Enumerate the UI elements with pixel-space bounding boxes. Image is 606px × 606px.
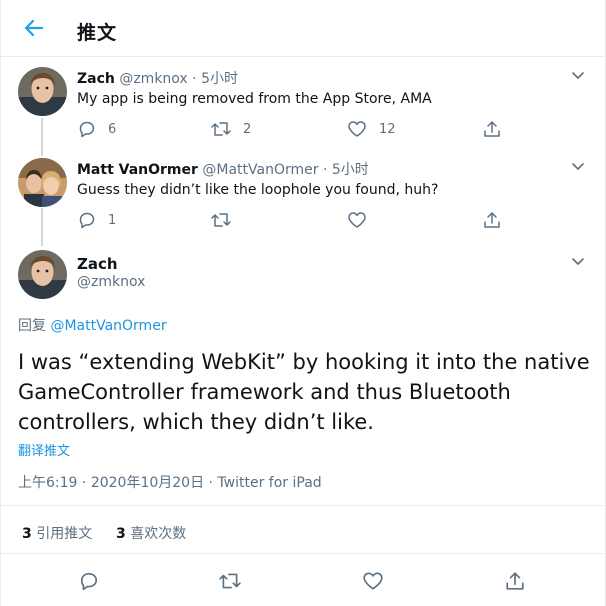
author-name-text: Zach xyxy=(77,255,118,273)
separator-dot: · xyxy=(192,71,197,87)
like-icon xyxy=(363,572,383,590)
divider xyxy=(0,553,606,554)
retweet-button[interactable]: 2 xyxy=(211,119,251,139)
avatar[interactable] xyxy=(18,67,67,116)
author-handle[interactable]: @zmknox xyxy=(77,274,145,290)
header: 推文 xyxy=(0,0,606,57)
like-icon xyxy=(348,212,366,228)
back-arrow-icon[interactable] xyxy=(22,16,46,40)
like-stat-label: 喜欢次数 xyxy=(130,526,187,542)
retweet-count: 2 xyxy=(243,121,252,137)
thread-line xyxy=(41,208,43,246)
share-button[interactable] xyxy=(483,119,501,139)
main-tweet-line-2: GameController framework and thus Blueto… xyxy=(18,380,511,404)
tweet-header: Matt VanOrmer @MattVanOrmer · 5小时 xyxy=(77,159,369,179)
thread-line xyxy=(41,118,43,156)
retweet-button[interactable] xyxy=(219,571,241,591)
share-button[interactable] xyxy=(505,571,525,591)
separator-dot: · xyxy=(322,162,328,178)
like-count: 12 xyxy=(379,121,396,137)
share-icon xyxy=(484,121,500,137)
share-icon xyxy=(506,572,524,590)
avatar[interactable] xyxy=(18,250,67,299)
reply-count: 6 xyxy=(108,121,117,137)
timestamp[interactable]: 5小时 xyxy=(332,162,369,178)
reply-count: 1 xyxy=(108,212,117,228)
reply-button[interactable]: 1 xyxy=(78,210,116,230)
author-handle[interactable]: @MattVanOrmer xyxy=(202,162,318,178)
main-tweet-line-3: controllers, which they didn’t like. xyxy=(18,410,374,434)
tweet-text: My app is being removed from the App Sto… xyxy=(77,91,432,107)
like-button[interactable] xyxy=(362,571,384,591)
translate-link[interactable]: 翻译推文 xyxy=(18,440,70,459)
author-name[interactable]: Zach xyxy=(77,71,115,87)
author-name[interactable]: Zach xyxy=(77,255,118,273)
retweet-icon xyxy=(211,122,231,136)
timestamp[interactable]: 5小时 xyxy=(201,71,238,87)
separator-dot: · xyxy=(208,475,213,491)
retweet-icon xyxy=(219,573,241,589)
page-title: 推文 xyxy=(77,22,118,44)
tweet-meta: 上午6:19 · 2020年10月20日 · Twitter for iPad xyxy=(18,472,322,492)
share-button[interactable] xyxy=(483,210,501,230)
like-button[interactable] xyxy=(347,210,367,230)
like-stat-count: 3 xyxy=(116,526,126,542)
quote-stats[interactable]: 3 引用推文 xyxy=(22,523,92,543)
retweet-icon xyxy=(211,213,231,227)
quote-label: 引用推文 xyxy=(36,526,93,542)
retweet-button[interactable] xyxy=(211,210,231,230)
reply-prefix: 回复 xyxy=(18,318,46,334)
tweet-date[interactable]: 2020年10月20日 xyxy=(91,475,204,491)
reply-button[interactable]: 6 xyxy=(78,119,116,139)
tweet-header: Zach @zmknox · 5小时 xyxy=(77,68,238,88)
tweet-text: Guess they didn’t like the loophole you … xyxy=(77,182,439,198)
like-icon xyxy=(348,121,366,137)
author-handle[interactable]: @zmknox xyxy=(119,71,187,87)
tweet-source[interactable]: Twitter for iPad xyxy=(217,475,321,491)
reply-mention-link[interactable]: @MattVanOrmer xyxy=(50,318,166,334)
chevron-down-icon[interactable] xyxy=(570,67,586,83)
chevron-down-icon[interactable] xyxy=(570,253,586,269)
tweet-time[interactable]: 上午6:19 xyxy=(18,475,77,491)
author-name[interactable]: Matt VanOrmer xyxy=(77,162,198,178)
reply-button[interactable] xyxy=(79,571,99,591)
reply-icon xyxy=(79,212,95,229)
separator-dot: · xyxy=(81,475,87,491)
like-stats[interactable]: 3 喜欢次数 xyxy=(116,523,186,543)
reply-icon xyxy=(80,572,98,591)
like-button[interactable]: 12 xyxy=(347,119,396,139)
avatar[interactable] xyxy=(18,158,67,207)
replying-to: 回复 @MattVanOrmer xyxy=(18,315,167,335)
chevron-down-icon[interactable] xyxy=(570,158,586,174)
quote-count: 3 xyxy=(22,526,32,542)
share-icon xyxy=(484,212,500,228)
reply-icon xyxy=(79,121,95,138)
divider xyxy=(0,505,606,506)
main-tweet-line-1: I was “extending WebKit” by hooking it i… xyxy=(18,350,590,374)
